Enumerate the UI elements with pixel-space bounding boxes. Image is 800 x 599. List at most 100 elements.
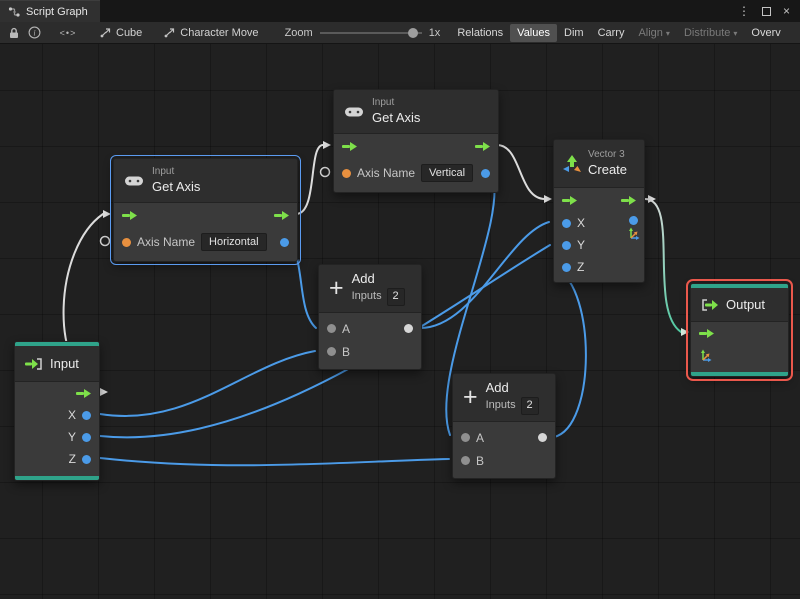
node-title: Output: [726, 297, 766, 312]
plus-icon: +: [463, 383, 478, 411]
close-icon[interactable]: ×: [783, 5, 790, 17]
overview-button[interactable]: Overv: [744, 24, 787, 42]
node-category: Input: [152, 166, 175, 178]
values-button[interactable]: Values: [510, 23, 557, 42]
node-get-axis-horizontal[interactable]: Input Get Axis Axis Name Horizontal: [110, 155, 301, 265]
io-accent-strip: [15, 476, 99, 480]
vector3-icon: [562, 154, 582, 173]
node-header: Input Get Axis: [114, 159, 297, 203]
tab-script-graph[interactable]: Script Graph: [0, 0, 100, 22]
port-row-x: X: [15, 404, 99, 426]
flow-out-port[interactable]: [475, 141, 490, 151]
node-get-axis-vertical[interactable]: Input Get Axis Axis Name Vertical: [333, 89, 499, 193]
port-row-y: Y: [15, 426, 99, 448]
gamepad-icon: [344, 106, 364, 118]
vector-output-port[interactable]: [629, 216, 638, 225]
flow-in-port[interactable]: [342, 141, 357, 151]
graph-canvas[interactable]: Input Get Axis Axis Name Vertical Input …: [0, 44, 800, 599]
port-label: Y: [577, 238, 586, 252]
carry-button[interactable]: Carry: [591, 24, 632, 42]
distribute-button[interactable]: Distribute ▾: [677, 24, 744, 42]
align-button[interactable]: Align ▾: [631, 24, 676, 42]
value-output-port[interactable]: [280, 237, 289, 247]
inputs-count-field[interactable]: 2: [386, 288, 405, 306]
zoom-slider-track: [319, 31, 422, 34]
xyz-axes-icon[interactable]: [699, 349, 712, 362]
zoom-slider[interactable]: [319, 26, 422, 40]
z-output-port[interactable]: [82, 454, 91, 464]
dim-button[interactable]: Dim: [557, 24, 591, 42]
node-title: Add: [485, 380, 509, 395]
machine-label: Cube: [116, 26, 143, 39]
axis-name-field[interactable]: Vertical: [421, 164, 474, 182]
node-header: Output: [691, 288, 788, 322]
input-port-b[interactable]: [327, 347, 336, 356]
y-input-port[interactable]: [562, 240, 571, 250]
input-port-a[interactable]: [327, 324, 336, 333]
node-add-2[interactable]: + Add Inputs 2 A B: [452, 373, 556, 479]
node-header: Vector 3 Create: [554, 140, 644, 188]
info-icon[interactable]: i: [24, 24, 44, 42]
svg-text:i: i: [33, 28, 35, 37]
flow-in-port[interactable]: [562, 195, 577, 205]
sum-output-port[interactable]: [404, 324, 413, 333]
x-input-port[interactable]: [562, 218, 571, 228]
port-label: B: [476, 453, 485, 468]
script-graph-icon: [8, 6, 20, 18]
flow-out-port[interactable]: [76, 388, 91, 398]
zoom-label: Zoom: [284, 26, 313, 39]
value-port-row: Axis Name Vertical: [334, 158, 498, 188]
x-output-port[interactable]: [82, 410, 91, 420]
machine-breadcrumb-character-move[interactable]: Character Move: [164, 27, 259, 39]
flow-out-port[interactable]: [621, 195, 636, 205]
node-category: Vector 3: [588, 149, 625, 161]
lock-icon[interactable]: [4, 24, 24, 42]
port-label: A: [342, 321, 351, 336]
io-accent-strip: [691, 372, 788, 376]
tab-bar-spacer: [100, 0, 738, 22]
view-buttons: Relations Values Dim Carry Align ▾ Distri…: [450, 23, 787, 42]
zoom-control: Zoom 1x: [285, 26, 441, 40]
flow-in-port[interactable]: [699, 328, 714, 338]
port-row-a: A: [453, 426, 555, 449]
machine-breadcrumb-cube[interactable]: Cube: [100, 27, 142, 39]
port-label: B: [342, 344, 351, 359]
port-row-z: Z: [554, 256, 644, 278]
node-header: + Add Inputs 2: [319, 265, 421, 313]
port-label: X: [67, 408, 76, 422]
zoom-slider-handle[interactable]: [407, 27, 418, 38]
window-controls: ⋮ ×: [738, 0, 800, 22]
input-port-a[interactable]: [461, 433, 470, 442]
node-add-1[interactable]: + Add Inputs 2 A B: [318, 264, 422, 370]
flow-in-port[interactable]: [122, 210, 137, 220]
y-output-port[interactable]: [82, 432, 91, 442]
maximize-icon[interactable]: [761, 6, 771, 16]
menu-icon[interactable]: ⋮: [738, 5, 750, 17]
sum-output-port[interactable]: [538, 433, 547, 442]
value-port-row: Axis Name Horizontal: [114, 227, 297, 257]
vector-input-row: [691, 344, 788, 366]
port-label: Y: [67, 430, 76, 444]
node-category: Input: [372, 97, 395, 109]
flow-port-row: [15, 382, 99, 404]
node-graph-input[interactable]: Input X Y Z: [14, 341, 100, 481]
node-vector3-create[interactable]: Vector 3 Create X Y Z: [553, 139, 645, 283]
port-label: Z: [68, 452, 76, 466]
relations-button[interactable]: Relations: [450, 24, 510, 42]
inputs-count-field[interactable]: 2: [520, 397, 539, 415]
node-graph-output[interactable]: Output: [686, 279, 793, 381]
inputs-label: Inputs: [485, 399, 516, 412]
flow-out-port[interactable]: [274, 210, 289, 220]
chevron-down-icon: ▾: [733, 28, 738, 38]
graph-toolbar: i <•> Cube Character Move Zoom 1x Relati…: [0, 22, 800, 44]
value-output-port[interactable]: [481, 168, 490, 178]
axis-name-field[interactable]: Horizontal: [201, 233, 267, 251]
input-port-b[interactable]: [461, 456, 470, 465]
port-label: Z: [577, 260, 585, 274]
axis-name-input-port[interactable]: [342, 168, 351, 178]
collapse-ports-icon[interactable]: <•>: [58, 24, 78, 42]
z-input-port[interactable]: [562, 262, 571, 272]
axis-name-input-port[interactable]: [122, 237, 131, 247]
node-title: Input: [50, 356, 79, 371]
port-row-a: A: [319, 317, 421, 340]
